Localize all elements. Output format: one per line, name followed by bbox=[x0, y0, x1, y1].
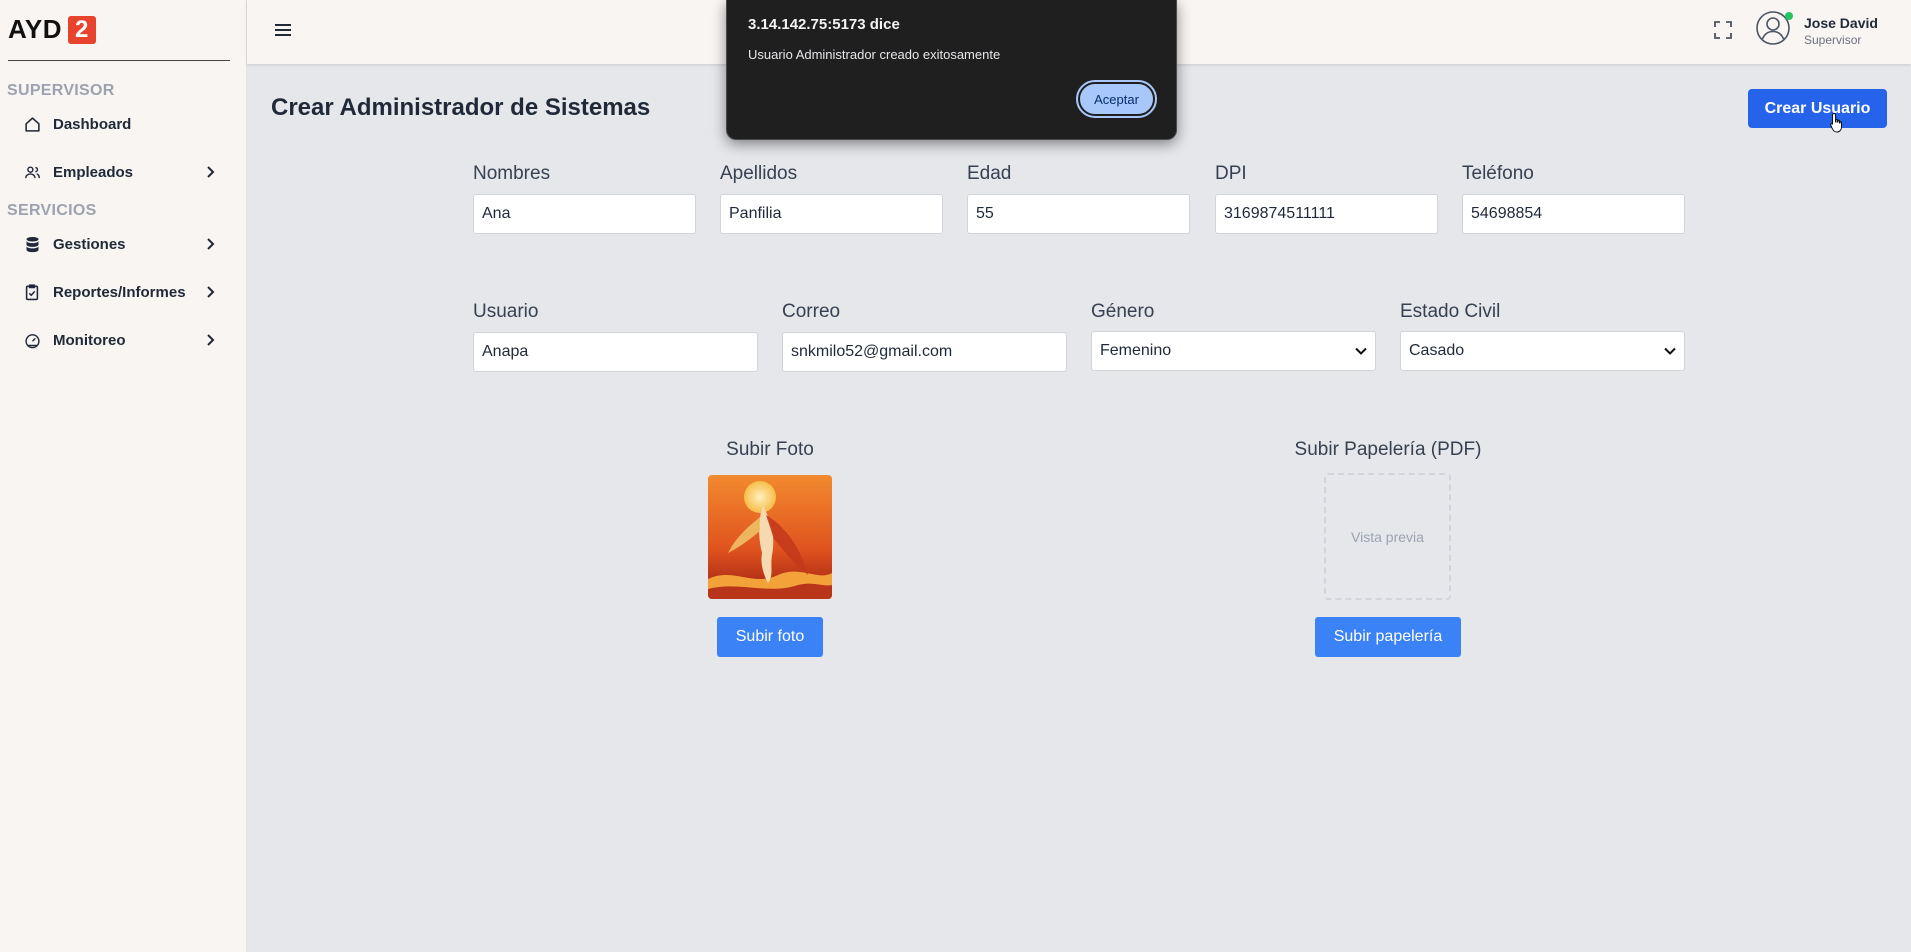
photo-upload-title: Subir Foto bbox=[726, 439, 814, 460]
section-label-supervisor: SUPERVISOR bbox=[7, 82, 115, 99]
estado-civil-select[interactable]: Casado bbox=[1400, 331, 1685, 371]
menu-icon[interactable] bbox=[271, 18, 295, 42]
upload-photo-button[interactable]: Subir foto bbox=[717, 617, 823, 657]
pdf-upload-title: Subir Papelería (PDF) bbox=[1294, 439, 1482, 460]
fullscreen-icon[interactable] bbox=[1713, 20, 1737, 44]
dialog-message: Usuario Administrador creado exitosament… bbox=[748, 47, 1001, 62]
sidebar-item-monitoreo[interactable]: Monitoreo bbox=[22, 326, 218, 354]
sidebar-item-empleados[interactable]: Empleados bbox=[22, 158, 218, 186]
clipboard-check-icon bbox=[22, 282, 42, 302]
sidebar-item-label: Reportes/Informes bbox=[53, 283, 186, 301]
chevron-down-icon bbox=[1664, 347, 1676, 355]
logo-text: AYD bbox=[8, 14, 63, 44]
sidebar-item-label: Gestiones bbox=[53, 235, 126, 253]
nombres-input[interactable] bbox=[473, 194, 696, 234]
chevron-right-icon bbox=[202, 284, 218, 300]
pdf-preview-placeholder: Vista previa bbox=[1324, 473, 1451, 600]
user-role: Supervisor bbox=[1804, 33, 1862, 47]
sidebar: AYD 2 SUPERVISOR Dashboard Empleados SER… bbox=[0, 0, 247, 952]
photo-preview-image bbox=[708, 475, 832, 599]
chevron-right-icon bbox=[202, 332, 218, 348]
alert-dialog: 3.14.142.75:5173 dice Usuario Administra… bbox=[726, 0, 1177, 140]
correo-label: Correo bbox=[782, 301, 841, 322]
online-status-indicator bbox=[1785, 12, 1793, 20]
dialog-accept-button[interactable]: Aceptar bbox=[1076, 80, 1157, 118]
nombres-label: Nombres bbox=[473, 163, 551, 184]
genero-selected-value: Femenino bbox=[1100, 342, 1172, 359]
users-icon bbox=[22, 162, 42, 182]
usuario-input[interactable] bbox=[473, 332, 758, 372]
sidebar-item-label: Dashboard bbox=[53, 115, 132, 133]
edad-label: Edad bbox=[967, 163, 1012, 184]
dpi-input[interactable] bbox=[1215, 194, 1438, 234]
telefono-label: Teléfono bbox=[1462, 163, 1534, 184]
edad-input[interactable] bbox=[967, 194, 1190, 234]
chevron-down-icon bbox=[1355, 347, 1367, 355]
apellidos-input[interactable] bbox=[720, 194, 943, 234]
dpi-label: DPI bbox=[1215, 163, 1247, 184]
dialog-title: 3.14.142.75:5173 dice bbox=[748, 16, 900, 33]
app-logo[interactable]: AYD 2 bbox=[8, 14, 96, 45]
sidebar-item-reportes[interactable]: Reportes/Informes bbox=[22, 278, 218, 306]
chevron-right-icon bbox=[202, 164, 218, 180]
section-label-servicios: SERVICIOS bbox=[7, 202, 97, 219]
chevron-right-icon bbox=[202, 236, 218, 252]
gauge-icon bbox=[22, 330, 42, 350]
sidebar-item-gestiones[interactable]: Gestiones bbox=[22, 230, 218, 258]
database-icon bbox=[22, 234, 42, 254]
hand-cursor-icon bbox=[1830, 112, 1844, 134]
correo-input[interactable] bbox=[782, 332, 1067, 372]
home-icon bbox=[22, 114, 42, 134]
create-user-button[interactable]: Crear Usuario bbox=[1748, 89, 1887, 128]
sidebar-item-label: Empleados bbox=[53, 163, 134, 181]
logo-badge: 2 bbox=[68, 15, 96, 44]
genero-select[interactable]: Femenino bbox=[1091, 331, 1376, 371]
sidebar-item-dashboard[interactable]: Dashboard bbox=[22, 110, 218, 138]
apellidos-label: Apellidos bbox=[720, 163, 798, 184]
page-title: Crear Administrador de Sistemas bbox=[271, 94, 651, 121]
telefono-input[interactable] bbox=[1462, 194, 1685, 234]
estado-civil-label: Estado Civil bbox=[1400, 301, 1501, 322]
estado-civil-selected-value: Casado bbox=[1409, 342, 1465, 359]
logo-divider bbox=[8, 60, 230, 61]
sidebar-item-label: Monitoreo bbox=[53, 331, 126, 349]
user-name: Jose David bbox=[1804, 15, 1878, 31]
usuario-label: Usuario bbox=[473, 301, 539, 322]
genero-label: Género bbox=[1091, 301, 1155, 322]
upload-pdf-button[interactable]: Subir papelería bbox=[1315, 617, 1461, 657]
